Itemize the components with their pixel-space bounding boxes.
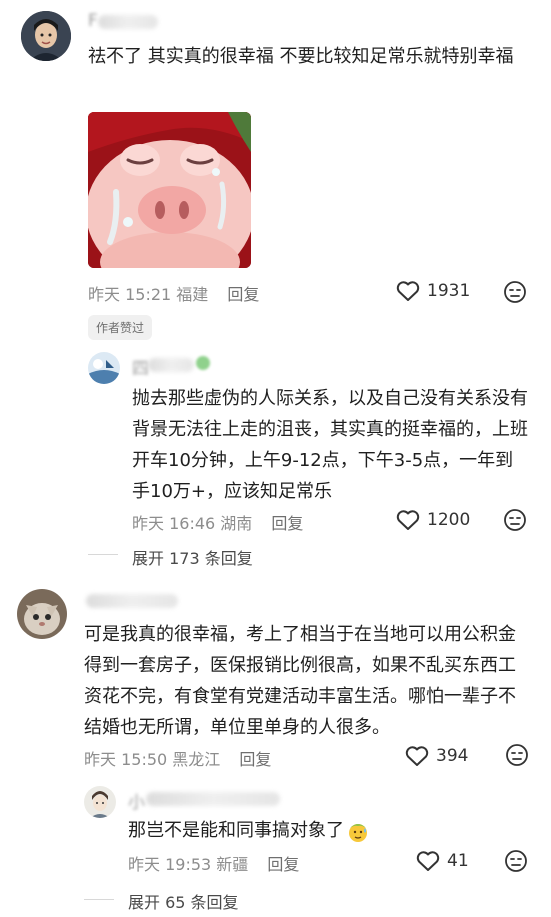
reply-date: 昨天 16:46 — [132, 514, 216, 533]
like-button[interactable]: 394 — [405, 745, 468, 767]
expand-divider — [84, 899, 114, 900]
reply-text-row: 那岂不是能和同事搞对象了 — [128, 815, 370, 846]
reply-location: 湖南 — [220, 514, 253, 533]
expand-replies-button[interactable]: 展开 173 条回复 — [132, 545, 253, 569]
dislike-face-icon[interactable] — [505, 743, 529, 767]
pig-sticker[interactable] — [88, 112, 251, 268]
comment-meta: 昨天 15:21 福建 回复 — [88, 281, 259, 305]
like-button[interactable]: 41 — [416, 850, 469, 872]
reply-username-blur — [148, 358, 194, 372]
reply-avatar[interactable] — [84, 786, 116, 818]
avatar[interactable] — [21, 11, 71, 61]
comment-date: 昨天 15:21 — [88, 285, 172, 304]
comment-location: 福建 — [176, 285, 209, 304]
author-liked-badge: 作者赞过 — [88, 315, 153, 340]
heart-outline-icon — [396, 510, 420, 530]
username-blur — [86, 594, 178, 608]
username-blur — [98, 15, 158, 29]
reply-text: 抛去那些虚伪的人际关系，以及自己没有关系没有背景无法往上走的沮丧，其实真的挺幸福… — [132, 388, 528, 502]
like-count: 394 — [436, 746, 469, 766]
heart-outline-icon — [416, 851, 440, 871]
reply-text: 那岂不是能和同事搞对象了 — [128, 820, 344, 841]
reply-username-blur — [146, 792, 280, 806]
reply-location: 新疆 — [216, 855, 249, 874]
dislike-face-icon[interactable] — [504, 849, 528, 873]
like-button[interactable]: 1931 — [396, 280, 470, 302]
user-badge-icon — [196, 356, 210, 370]
reply-button[interactable]: 回复 — [271, 514, 303, 533]
heart-outline-icon — [405, 746, 429, 766]
reply-username[interactable]: 四 — [132, 354, 149, 379]
avatar[interactable] — [17, 589, 67, 639]
reply-meta: 昨天 19:53 新疆 回复 — [128, 851, 299, 875]
reply-username[interactable]: 小 — [128, 788, 145, 813]
comment-location: 黑龙江 — [172, 750, 221, 769]
comment-date: 昨天 15:50 — [84, 750, 168, 769]
comment-text: 祛不了 其实真的很幸福 不要比较知足常乐就特别幸福 — [88, 46, 514, 67]
reply-button[interactable]: 回复 — [239, 750, 271, 769]
like-count: 1931 — [427, 281, 471, 301]
reply-button[interactable]: 回复 — [267, 855, 299, 874]
comment-text: 可是我真的很幸福，考上了相当于在当地可以用公积金得到一套房子，医保报销比例很高，… — [84, 624, 516, 738]
reply-avatar[interactable] — [88, 352, 120, 384]
reply-meta: 昨天 16:46 湖南 回复 — [132, 510, 303, 534]
sweat-emoji-icon — [349, 823, 367, 842]
username[interactable]: F — [88, 11, 98, 31]
like-count: 41 — [447, 851, 469, 871]
heart-outline-icon — [396, 281, 420, 301]
comment-meta: 昨天 15:50 黑龙江 回复 — [84, 746, 271, 770]
reply-date: 昨天 19:53 — [128, 855, 212, 874]
reply-button[interactable]: 回复 — [227, 285, 259, 304]
expand-divider — [88, 554, 118, 555]
like-button[interactable]: 1200 — [396, 509, 470, 531]
dislike-face-icon[interactable] — [503, 508, 527, 532]
dislike-face-icon[interactable] — [503, 280, 527, 304]
expand-replies-button[interactable]: 展开 65 条回复 — [128, 889, 239, 913]
like-count: 1200 — [427, 510, 471, 530]
